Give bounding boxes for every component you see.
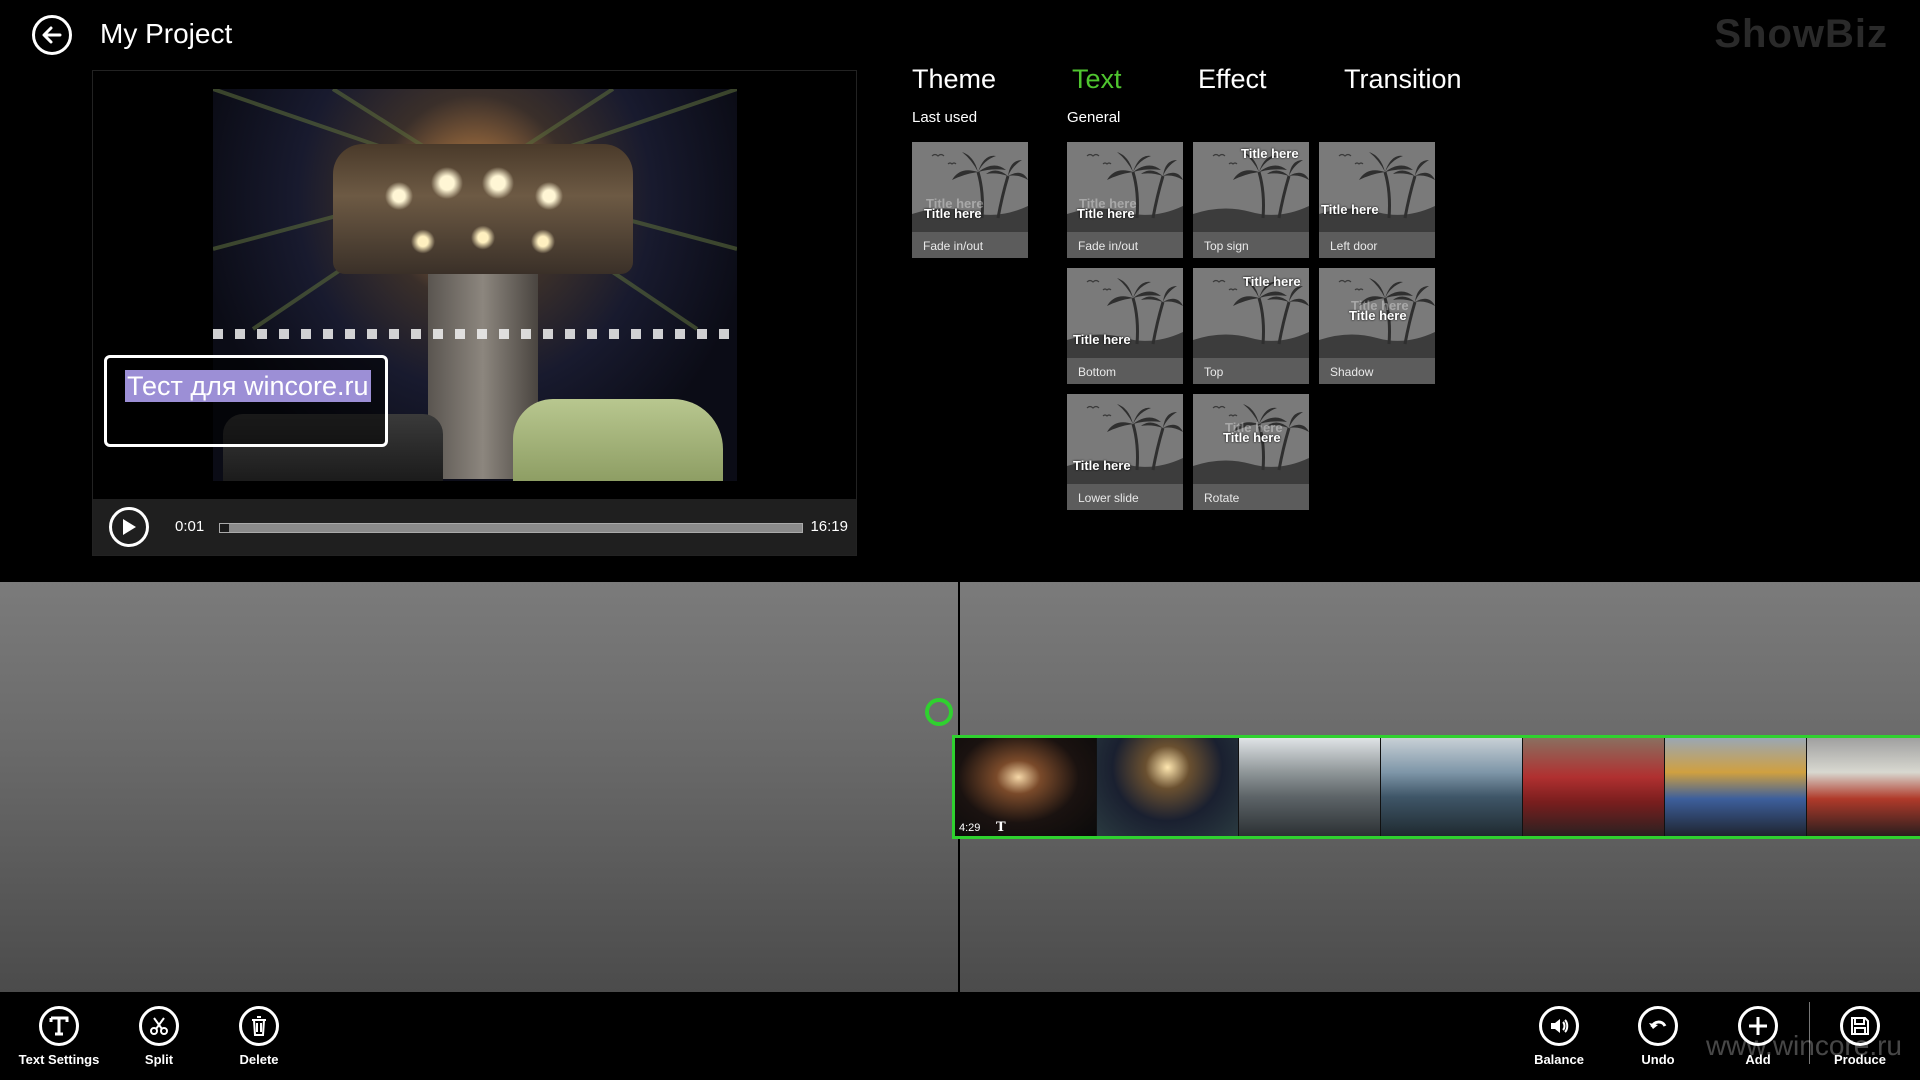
play-icon [123, 519, 136, 535]
back-button[interactable] [32, 15, 72, 55]
tile-title-preview: Title here [924, 206, 982, 221]
clip-frame [1807, 738, 1920, 836]
green-car [513, 399, 723, 481]
tab-transition[interactable]: Transition [1344, 64, 1462, 95]
text-t-icon [49, 1016, 69, 1036]
text-settings-button[interactable]: Text Settings [9, 1006, 109, 1067]
total-time: 16:19 [810, 518, 848, 535]
seek-bar[interactable] [219, 523, 803, 533]
tile-caption: Left door [1330, 239, 1378, 253]
clip-frame [1523, 738, 1665, 836]
wincore-watermark: www.wincore.ru [1705, 1030, 1902, 1061]
split-button[interactable]: Split [109, 1006, 209, 1067]
tile-caption: Fade in/out [1078, 239, 1139, 253]
tile-bottom[interactable]: Title here Bottom [1067, 268, 1183, 384]
tile-caption: Lower slide [1078, 491, 1139, 505]
palm-tree-icon [1319, 142, 1435, 232]
showbiz-logo: ShowBiz [1714, 12, 1888, 56]
tile-caption: Top [1204, 365, 1224, 379]
video-preview: Тест для wincore.ru 0:01 16:19 [92, 70, 857, 556]
tile-title-preview: Title here [1243, 274, 1301, 289]
tile-title-preview: Title here [1073, 458, 1131, 473]
light-garland [213, 329, 737, 339]
tile-title-preview: Title here [1321, 202, 1379, 217]
tile-title-preview: Title here [1073, 332, 1131, 347]
tab-theme[interactable]: Theme [912, 64, 996, 95]
delete-button[interactable]: Delete [209, 1006, 309, 1067]
tile-caption: Fade in/out [923, 239, 984, 253]
tile-lower-slide[interactable]: Title here Lower slide [1067, 394, 1183, 510]
seek-progress [220, 524, 229, 532]
playhead-handle[interactable] [925, 698, 953, 726]
play-button[interactable] [109, 507, 149, 547]
undo-icon [1649, 1020, 1667, 1029]
tile-rotate[interactable]: Title here Title here Rotate [1193, 394, 1309, 510]
section-last-used: Last used [912, 109, 978, 126]
tile-title-preview: Title here [1241, 146, 1299, 161]
chandelier [333, 144, 633, 274]
undo-button[interactable]: Undo [1608, 1006, 1708, 1067]
back-arrow-icon [42, 26, 62, 44]
clip-frame [1381, 738, 1523, 836]
tile-last-used-fade-in-out[interactable]: Title here Title here Fade in/out [912, 142, 1028, 258]
clip-frame [1239, 738, 1381, 836]
overlay-text-input[interactable]: Тест для wincore.ru [125, 370, 371, 402]
tile-shadow[interactable]: Title here Title here Shadow [1319, 268, 1435, 384]
tile-fade-in-out[interactable]: Title here Title here Fade in/out [1067, 142, 1183, 258]
tile-left-door[interactable]: Title here Left door [1319, 142, 1435, 258]
clip-frame [1097, 738, 1239, 836]
tile-caption: Rotate [1204, 491, 1240, 505]
app-bar: Text Settings Split Delete Balance Undo … [0, 992, 1920, 1080]
tile-caption: Bottom [1078, 365, 1117, 379]
section-general: General [1067, 109, 1121, 126]
tile-top-sign[interactable]: Title here Top sign [1193, 142, 1309, 258]
tile-title-preview: Title here [1349, 308, 1407, 323]
tile-title-preview: Title here [1223, 430, 1281, 445]
trash-icon [252, 1016, 266, 1036]
scissors-icon [150, 1017, 168, 1035]
tile-title-preview: Title here [1077, 206, 1135, 221]
tab-text[interactable]: Text [1072, 64, 1122, 95]
clip-duration: 4:29 [959, 822, 981, 834]
current-time: 0:01 [175, 518, 205, 535]
tile-caption: Top sign [1204, 239, 1249, 253]
player-controls: 0:01 16:19 [93, 499, 856, 555]
page-title: My Project [100, 18, 233, 49]
speaker-icon [1551, 1019, 1569, 1033]
tile-top[interactable]: Title here Top [1193, 268, 1309, 384]
balance-button[interactable]: Balance [1509, 1006, 1609, 1067]
clip-frame [1665, 738, 1807, 836]
timeline[interactable]: 4:29 T [0, 582, 1920, 992]
video-clip[interactable]: 4:29 T [952, 735, 1920, 839]
tile-caption: Shadow [1330, 365, 1374, 379]
tab-effect[interactable]: Effect [1198, 64, 1267, 95]
text-overlay-box[interactable]: Тест для wincore.ru [104, 355, 388, 447]
text-indicator-icon: T [996, 820, 1006, 835]
